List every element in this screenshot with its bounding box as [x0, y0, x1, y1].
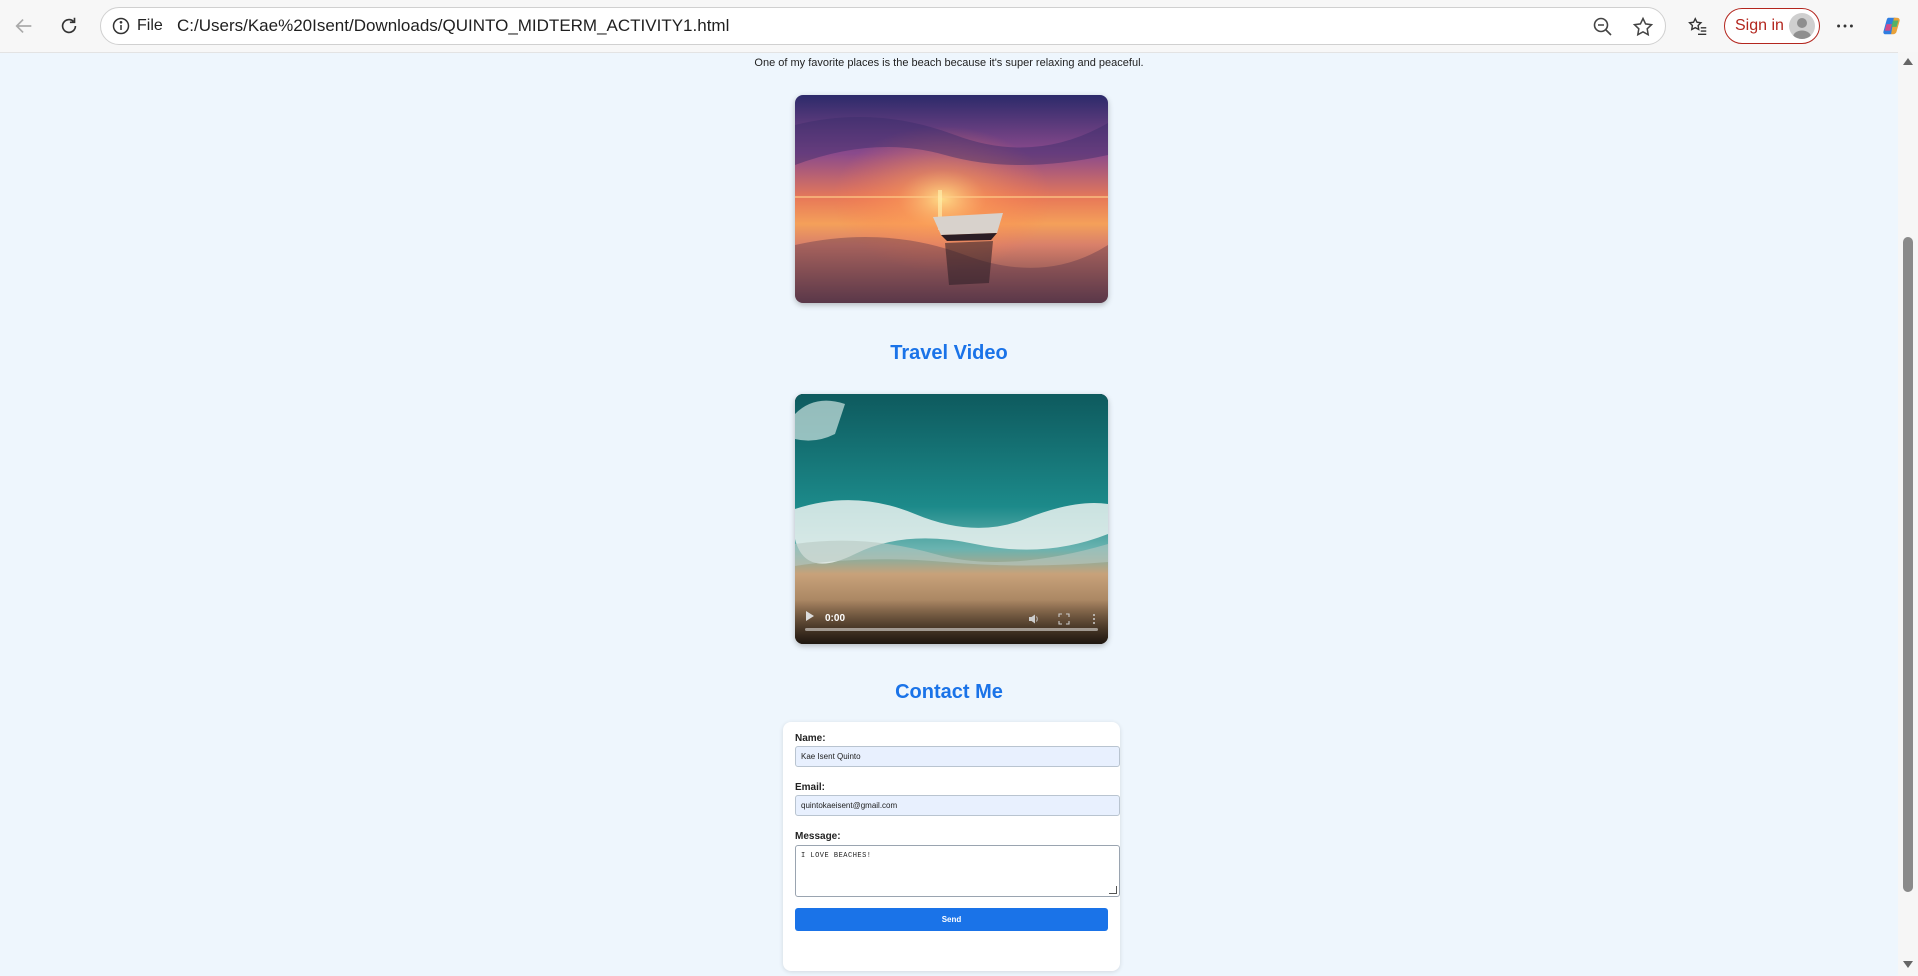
- name-field[interactable]: Kae Isent Quinto: [795, 746, 1120, 767]
- message-text: I LOVE BEACHES!: [801, 852, 872, 860]
- travel-video-heading: Travel Video: [890, 342, 1008, 364]
- intro-paragraph: One of my favorite places is the beach b…: [754, 57, 1144, 69]
- video-menu-icon[interactable]: [1088, 612, 1100, 624]
- page-scrollbar[interactable]: [1898, 52, 1918, 976]
- contact-form: Name: Kae Isent Quinto Email: quintokaei…: [783, 722, 1120, 971]
- message-textarea[interactable]: I LOVE BEACHES!: [795, 845, 1120, 897]
- page-viewport: One of my favorite places is the beach b…: [0, 52, 1898, 976]
- more-options-icon[interactable]: [1829, 10, 1861, 42]
- address-scheme-label: File: [137, 17, 163, 34]
- address-bar[interactable]: File C:/Users/Kae%20Isent/Downloads/QUIN…: [100, 7, 1666, 45]
- email-field[interactable]: quintokaeisent@gmail.com: [795, 795, 1120, 816]
- favorite-star-icon[interactable]: [1631, 15, 1655, 39]
- info-icon[interactable]: [111, 16, 131, 36]
- travel-video-player[interactable]: 0:00: [795, 394, 1108, 644]
- message-label: Message:: [795, 831, 841, 842]
- resize-handle[interactable]: [1109, 886, 1117, 894]
- copilot-icon[interactable]: [1876, 10, 1908, 42]
- email-label: Email:: [795, 782, 826, 793]
- contact-heading: Contact Me: [895, 681, 1003, 703]
- back-arrow-icon[interactable]: [8, 10, 40, 42]
- play-icon[interactable]: [806, 611, 814, 621]
- favorites-list-icon[interactable]: [1682, 10, 1714, 42]
- scrollbar-thumb[interactable]: [1903, 237, 1913, 892]
- scroll-up-arrow-icon[interactable]: [1903, 58, 1913, 65]
- profile-avatar-icon: [1789, 13, 1815, 39]
- sign-in-label: Sign in: [1735, 17, 1784, 34]
- browser-toolbar: File C:/Users/Kae%20Isent/Downloads/QUIN…: [0, 0, 1918, 52]
- beach-sunset-image: [795, 95, 1108, 303]
- video-time: 0:00: [825, 613, 846, 624]
- volume-icon[interactable]: [1028, 612, 1040, 624]
- send-button[interactable]: Send: [795, 908, 1108, 931]
- name-label: Name:: [795, 733, 826, 744]
- reload-icon[interactable]: [53, 10, 85, 42]
- address-url[interactable]: C:/Users/Kae%20Isent/Downloads/QUINTO_MI…: [177, 16, 729, 36]
- scroll-down-arrow-icon[interactable]: [1903, 961, 1913, 968]
- video-progress-track[interactable]: [805, 628, 1098, 631]
- sign-in-button[interactable]: Sign in: [1724, 8, 1820, 44]
- zoom-out-icon[interactable]: [1591, 15, 1615, 39]
- fullscreen-icon[interactable]: [1058, 612, 1070, 625]
